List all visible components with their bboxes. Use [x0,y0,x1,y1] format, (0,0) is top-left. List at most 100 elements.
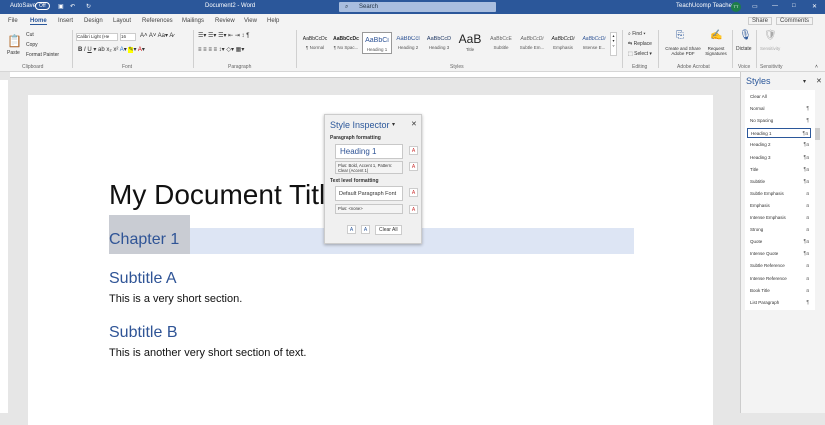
document-title-text[interactable]: My Document Title [109,179,341,211]
style-heading-2[interactable]: AaBbCcl Heading 2 [393,32,423,54]
user-name[interactable]: TeachUcomp Teacher [676,3,734,9]
clear-paragraph-formatting-icon[interactable]: A [409,162,418,171]
sensitivity-button[interactable]: Sensitivity [760,46,780,51]
style-list-item[interactable]: List Paragraph ¶ [747,298,811,308]
style-subtle-emphasis[interactable]: AaBbCcDi Subtle Em... [517,32,547,54]
style-title[interactable]: AaB Title [455,32,485,54]
sensitivity-group-label: Sensitivity [760,64,783,70]
style-name: Quote [750,239,763,245]
reset-character-style-icon[interactable]: A [409,188,418,197]
tab-help[interactable]: Help [267,18,279,24]
style-list-item[interactable]: Book Title a [747,286,811,296]
avatar[interactable]: TT [731,2,741,12]
style-emphasis[interactable]: AaBbCcDi Emphasis [548,32,578,54]
style-list-item[interactable]: Emphasis a [747,201,811,211]
vertical-ruler[interactable] [0,80,8,413]
new-style-icon[interactable]: A [347,225,356,234]
style-list-item[interactable]: Quote ¶a [747,237,811,247]
horizontal-ruler[interactable] [10,72,740,78]
reset-paragraph-style-icon[interactable]: A [409,146,418,155]
style-list-item[interactable]: Clear All [747,92,811,102]
styles-gallery-scroll[interactable]: ▴ ▾ ▿ [610,32,617,56]
minimize-icon[interactable]: — [772,3,778,9]
request-signatures-button[interactable]: Request Signatures [702,46,730,56]
autosave-toggle[interactable]: Off [35,2,50,10]
style-list-item[interactable]: Strong a [747,225,811,235]
create-pdf-button[interactable]: Create and Share Adobe PDF [662,46,704,56]
tab-mailings[interactable]: Mailings [182,18,204,24]
style-list-item[interactable]: Intense Reference a [747,274,811,284]
style-heading-3[interactable]: AaBbCcD Heading 3 [424,32,454,54]
tab-design[interactable]: Design [84,18,103,24]
style-list-item[interactable]: Subtle Reference a [747,261,811,271]
alignment-buttons[interactable]: ≡ ≡ ≡ ≡ ↕▾ ◇▾ ▦▾ [198,46,244,53]
chapter-heading[interactable]: Chapter 1 [109,231,179,249]
font-name-select[interactable]: Calibri Light (He [76,33,118,41]
reveal-formatting-icon[interactable]: A [361,225,370,234]
styles-scrollbar[interactable] [815,128,820,140]
collapse-ribbon-icon[interactable]: ˄ [815,64,818,70]
tab-home[interactable]: Home [30,18,47,25]
style-list-item[interactable]: Subtitle ¶a [747,177,811,187]
tab-file[interactable]: File [8,18,18,24]
find-button[interactable]: ⌕ Find ▾ [628,31,645,37]
text-style-box[interactable]: Default Paragraph Font [335,186,403,201]
paragraph-style-box[interactable]: Heading 1 [335,144,403,159]
text-plus-box[interactable]: Plus: <none> [335,204,403,214]
search-input[interactable]: ⌕ Search [339,2,496,12]
ribbon-display-icon[interactable]: ▭ [752,3,758,10]
style-list-item[interactable]: Title ¶a [747,165,811,175]
replace-button[interactable]: ⇆ Replace [628,41,652,47]
format-painter-button[interactable]: Format Painter [26,52,59,58]
tab-layout[interactable]: Layout [113,18,131,24]
tab-review[interactable]: Review [215,18,235,24]
style-intense-emphasis[interactable]: AaBbCcDi Intense E... [579,32,609,54]
style-list-item[interactable]: Normal ¶ [747,104,811,114]
paragraph-plus-box[interactable]: Plus: Bold, Accent 1, Pattern: Clear (Ac… [335,161,403,174]
share-button[interactable]: Share [748,17,773,25]
style-heading-1[interactable]: AaBbCi Heading 1 [362,32,392,54]
tab-view[interactable]: View [244,18,257,24]
style-list-item[interactable]: Subtle Emphasis a [747,189,811,199]
inspector-close-icon[interactable]: ✕ [411,120,417,128]
select-button[interactable]: ⬚ Select ▾ [628,51,652,57]
styles-pane-title: Styles [746,76,771,86]
dictate-button[interactable]: Dictate [736,46,752,52]
tab-insert[interactable]: Insert [58,18,73,24]
tab-references[interactable]: References [142,18,173,24]
redo-icon[interactable]: ↻ [86,3,91,10]
style-list-item[interactable]: Heading 3 ¶a [747,153,811,163]
font-format-buttons[interactable]: B I U ▾ ab x₂ x² A▾ ✎▾ A▾ [78,46,145,53]
undo-icon[interactable]: ↶ [70,3,75,10]
inspector-menu-icon[interactable]: ▾ [392,121,395,128]
style-subtitle[interactable]: AaBbCcE Subtitle [486,32,516,54]
subtitle-b[interactable]: Subtitle B [109,324,177,342]
maximize-icon[interactable]: □ [792,3,796,9]
close-icon[interactable]: ✕ [812,3,817,10]
style-normal[interactable]: AaBbCcDc ¶ Normal [300,32,330,54]
clear-all-button[interactable]: Clear All [375,225,402,235]
comments-button[interactable]: Comments [776,17,814,25]
style-list-item[interactable]: Intense Quote ¶a [747,249,811,259]
divider [756,30,757,68]
font-size-select[interactable]: 16 [120,33,136,41]
style-list-item[interactable]: No Spacing ¶ [747,116,811,126]
styles-pane-close-icon[interactable]: ✕ [816,77,822,85]
style-list-item[interactable]: Intense Emphasis a [747,213,811,223]
list-buttons[interactable]: ☰▾ ☰▾ ☰▾ ⇤ ⇥ ↕ ¶ [198,32,249,39]
body-text-b[interactable]: This is another very short section of te… [109,347,306,359]
body-text-a[interactable]: This is a very short section. [109,293,242,305]
style-no-spacing[interactable]: AaBbCcDc ¶ No Spac... [331,32,361,54]
subtitle-a[interactable]: Subtitle A [109,270,177,288]
styles-pane-menu-icon[interactable]: ▾ [803,78,806,85]
cut-button[interactable]: Cut [26,32,34,38]
save-icon[interactable]: ▣ [58,3,64,10]
style-list-item[interactable]: Heading 2 ¶a [747,140,811,150]
copy-button[interactable]: Copy [26,42,38,48]
style-list-item[interactable]: Heading 1 ¶a [747,128,811,139]
font-size-controls[interactable]: A˄ A˅ Aa▾ A̷ [140,32,173,39]
clear-character-formatting-icon[interactable]: A [409,205,418,214]
style-name: Subtitle [750,178,766,184]
autosave-label: AutoSave [10,3,37,9]
paste-button[interactable]: Paste [7,50,20,56]
